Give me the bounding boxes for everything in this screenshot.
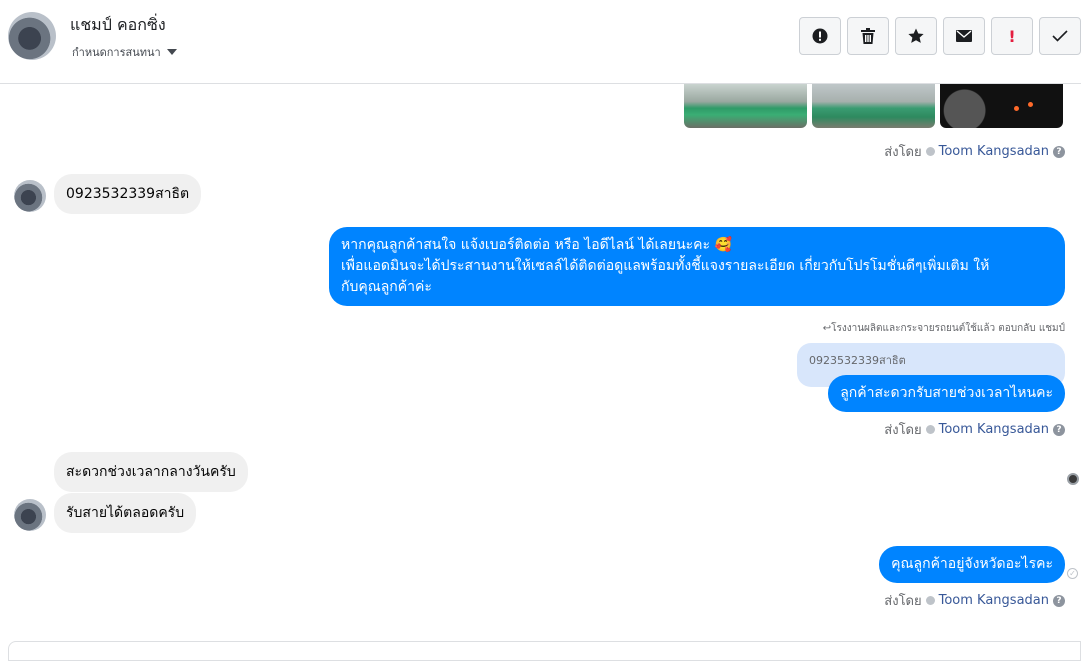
sent-by-line: ส่งโดย Toom Kangsadan ?	[884, 419, 1065, 440]
agent-status-icon	[925, 425, 935, 434]
contact-avatar[interactable]	[8, 12, 56, 60]
message-composer[interactable]	[8, 641, 1081, 661]
conversation-header: แชมป์ คอกซิ่ง กำหนดการสนทนา !	[0, 0, 1081, 84]
delivered-check-icon: ✓	[1067, 568, 1078, 579]
caret-down-icon	[166, 49, 177, 55]
seen-avatar-icon	[1067, 473, 1079, 485]
outgoing-message[interactable]: ลูกค้าสะดวกรับสายช่วงเวลาไหนคะ	[828, 375, 1065, 412]
star-icon	[908, 28, 924, 43]
help-icon[interactable]: ?	[1053, 423, 1065, 436]
trash-icon	[861, 28, 875, 44]
sent-by-prefix: ส่งโดย	[884, 423, 922, 438]
incoming-message[interactable]: รับสายได้ตลอดครับ	[54, 493, 197, 533]
envelope-icon	[956, 30, 972, 42]
contact-avatar-small[interactable]	[14, 180, 46, 212]
sent-by-line: ส่งโดย Toom Kangsadan ?	[884, 590, 1065, 611]
message-thread: ส่งโดย Toom Kangsadan ? 0923532339สาธิต …	[0, 84, 1081, 654]
attached-photo[interactable]	[812, 84, 935, 128]
agent-name[interactable]: Toom Kangsadan	[939, 144, 1049, 159]
sent-by-prefix: ส่งโดย	[884, 594, 922, 609]
help-icon[interactable]: ?	[1053, 594, 1065, 607]
reply-arrow-icon: ↩	[822, 323, 832, 334]
incoming-message[interactable]: 0923532339สาธิต	[54, 174, 202, 214]
mark-done-button[interactable]	[1039, 17, 1081, 55]
reply-note: ↩โรงงานผลิตและกระจายรถยนต์ใช้แล้ว ตอบกลั…	[823, 321, 1065, 336]
follow-up-button[interactable]: !	[991, 17, 1033, 55]
sent-by-prefix: ส่งโดย	[884, 145, 922, 160]
attached-photo[interactable]	[684, 84, 807, 128]
schedule-conversation-label: กำหนดการสนทนา	[72, 46, 161, 59]
schedule-conversation-dropdown[interactable]: กำหนดการสนทนา	[72, 43, 177, 61]
contact-avatar-small[interactable]	[14, 499, 46, 531]
contact-name[interactable]: แชมป์ คอกซิ่ง	[70, 13, 166, 38]
conversation-toolbar: !	[799, 17, 1081, 55]
alert-circle-icon	[812, 28, 828, 44]
agent-name[interactable]: Toom Kangsadan	[939, 422, 1049, 437]
outgoing-message[interactable]: คุณลูกค้าอยู่จังหวัดอะไรคะ	[879, 546, 1065, 583]
agent-status-icon	[925, 596, 935, 605]
exclamation-icon: !	[1008, 26, 1016, 46]
star-button[interactable]	[895, 17, 937, 55]
incoming-message[interactable]: สะดวกช่วงเวลากลางวันครับ	[54, 452, 248, 492]
reply-note-text: โรงงานผลิตและกระจายรถยนต์ใช้แล้ว ตอบกลับ…	[831, 323, 1065, 334]
agent-status-icon	[925, 147, 935, 156]
mark-unread-button[interactable]	[943, 17, 985, 55]
report-spam-button[interactable]	[799, 17, 841, 55]
sent-by-line: ส่งโดย Toom Kangsadan ?	[884, 141, 1065, 162]
help-icon[interactable]: ?	[1053, 145, 1065, 158]
agent-name[interactable]: Toom Kangsadan	[939, 593, 1049, 608]
delete-button[interactable]	[847, 17, 889, 55]
outgoing-message[interactable]: หากคุณลูกค้าสนใจ แจ้งเบอร์ติดต่อ หรือ ไอ…	[329, 227, 1065, 306]
check-icon	[1052, 30, 1068, 42]
attached-photo[interactable]	[940, 84, 1063, 128]
